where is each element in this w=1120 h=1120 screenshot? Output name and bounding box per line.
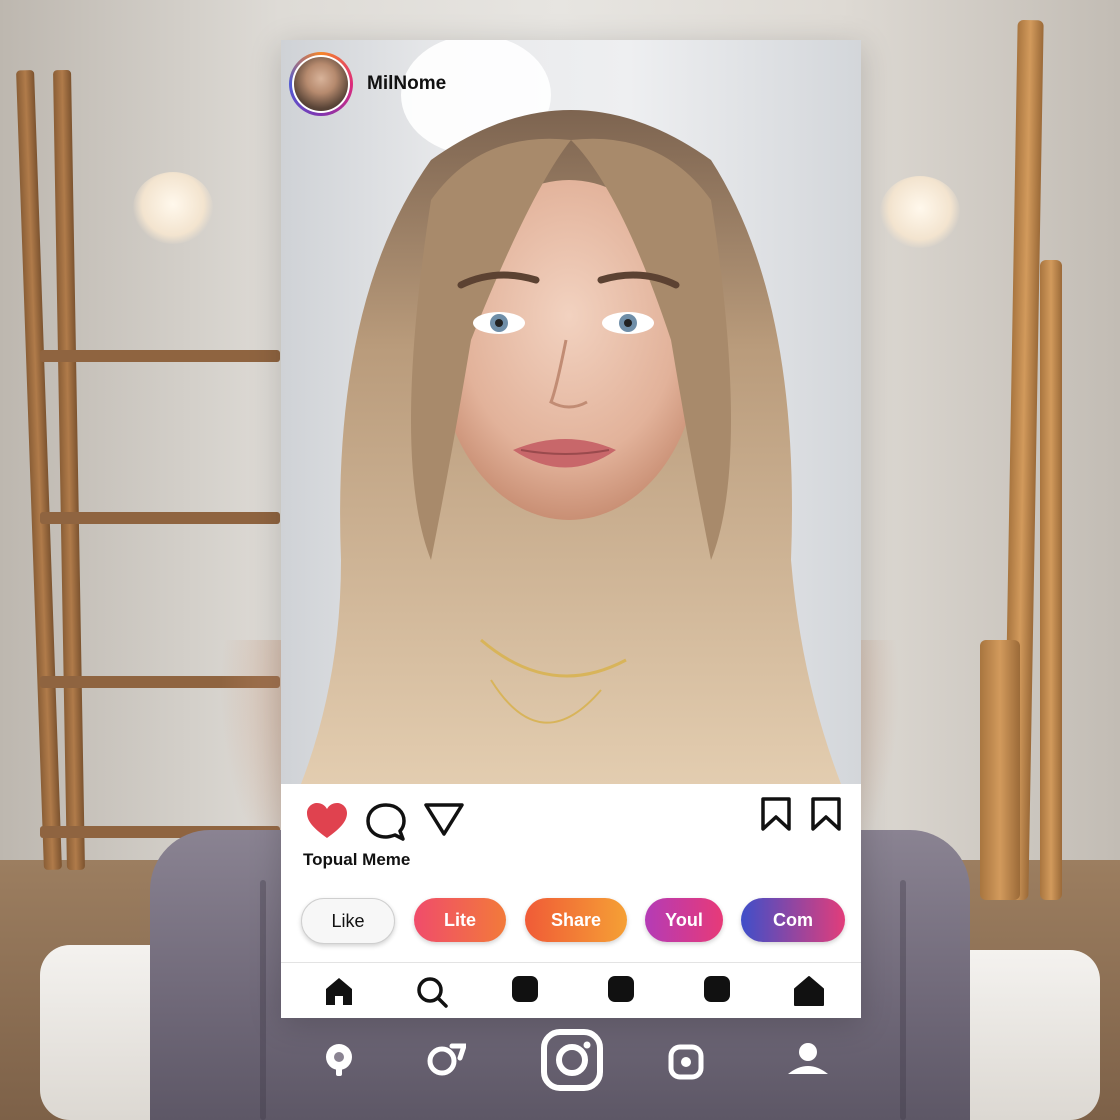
- bookmark-icon[interactable]: [809, 796, 843, 832]
- ladder-rung: [40, 512, 280, 524]
- lite-button[interactable]: Lite: [414, 898, 506, 942]
- bookmark-icon[interactable]: [759, 796, 793, 832]
- send-icon[interactable]: [423, 802, 465, 838]
- camera-icon[interactable]: [668, 1044, 704, 1080]
- post-card: MilNome Topual Meme Like Lite Share Youl…: [281, 40, 861, 1018]
- instagram-logo-icon[interactable]: [540, 1028, 604, 1092]
- ladder-rung: [40, 350, 280, 362]
- portrait-image: [301, 40, 841, 784]
- profile-icon[interactable]: [786, 1040, 830, 1076]
- search-icon[interactable]: [322, 1040, 356, 1078]
- overlay-icon-row: [0, 1020, 1120, 1110]
- heart-icon[interactable]: [305, 802, 349, 840]
- post-photo: MilNome: [281, 40, 861, 784]
- pendant-lamp-right: [880, 176, 960, 248]
- search-icon[interactable]: [415, 975, 449, 1009]
- share-button[interactable]: Share: [525, 898, 627, 942]
- wood-plank: [1040, 260, 1062, 900]
- like-button[interactable]: Like: [301, 898, 395, 944]
- post-actions: Topual Meme Like Lite Share Youl Com: [281, 784, 861, 962]
- profile-icon[interactable]: [793, 975, 825, 1007]
- post-header: MilNome: [289, 52, 446, 116]
- post-caption: Topual Meme: [303, 850, 411, 869]
- comment-icon[interactable]: [365, 802, 407, 842]
- reels-icon[interactable]: [511, 975, 539, 1003]
- avatar-image: [294, 57, 348, 111]
- pendant-lamp-left: [133, 172, 213, 244]
- shop-icon[interactable]: [607, 975, 635, 1003]
- com-button[interactable]: Com: [741, 898, 845, 942]
- avatar[interactable]: [289, 52, 353, 116]
- home-icon[interactable]: [323, 975, 355, 1007]
- youl-button[interactable]: Youl: [645, 898, 723, 942]
- wood-plank: [980, 640, 1020, 900]
- username[interactable]: MilNome: [367, 73, 446, 95]
- bottom-tab-bar: [281, 962, 861, 1018]
- refresh-icon[interactable]: [424, 1042, 466, 1078]
- activity-icon[interactable]: [703, 975, 731, 1003]
